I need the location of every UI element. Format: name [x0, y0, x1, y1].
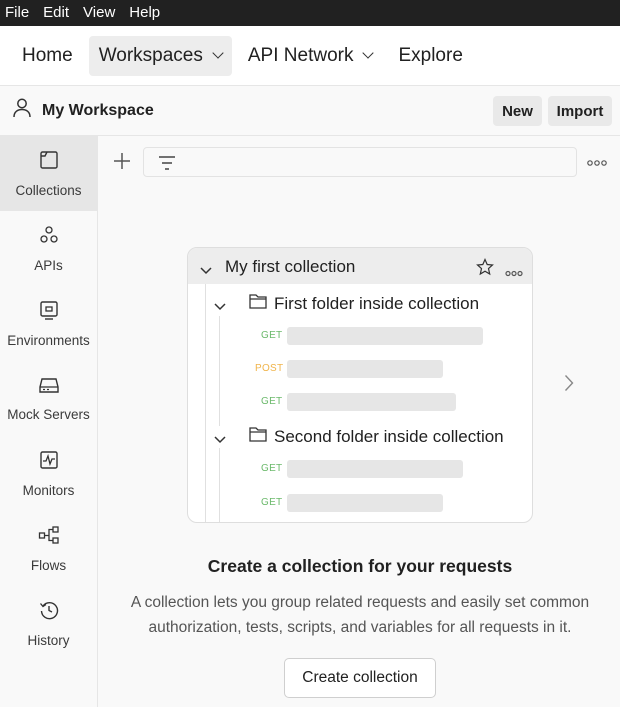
nav-api-network-label: API Network	[247, 44, 354, 66]
sidebar-item-label: Flows	[30, 557, 67, 573]
top-nav: Home Workspaces API Network Explore	[0, 26, 620, 86]
chevron-down-icon	[362, 47, 375, 59]
request-placeholder	[287, 494, 443, 512]
new-button[interactable]: New	[493, 96, 542, 126]
menu-help[interactable]: Help	[129, 0, 160, 26]
tree-guide-line	[205, 284, 206, 522]
history-icon	[39, 600, 59, 625]
collections-panel: My first collection First folder inside …	[98, 136, 620, 707]
nav-explore-label: Explore	[398, 44, 463, 66]
sidebar-item-monitors[interactable]: Monitors	[0, 436, 97, 511]
chevron-down-icon	[200, 262, 212, 280]
apis-icon	[39, 225, 59, 250]
sidebar-item-label: Monitors	[22, 482, 75, 498]
tree-guide-line	[219, 448, 220, 522]
mock-servers-icon	[38, 376, 60, 399]
import-button[interactable]: Import	[548, 96, 612, 126]
workspace-title[interactable]: My Workspace	[42, 102, 154, 120]
user-icon	[12, 97, 32, 124]
sidebar-item-label: History	[27, 632, 70, 648]
chevron-down-icon	[212, 47, 224, 59]
empty-state-line: A collection lets you group related requ…	[130, 594, 590, 611]
sidebar-item-apis[interactable]: APIs	[0, 211, 97, 286]
nav-home[interactable]: Home	[12, 36, 83, 76]
request-placeholder	[287, 460, 463, 478]
method-get: GET	[261, 330, 283, 341]
method-post: POST	[255, 363, 284, 374]
folder-title: Second folder inside collection	[274, 427, 504, 446]
nav-workspaces-label: Workspaces	[98, 44, 203, 66]
folder-title: First folder inside collection	[274, 294, 480, 313]
nav-workspaces[interactable]: Workspaces	[88, 35, 232, 76]
star-icon	[476, 258, 494, 281]
method-get: GET	[261, 463, 283, 474]
request-placeholder	[287, 393, 456, 411]
workspace-header: My Workspace New Import	[0, 86, 620, 136]
method-get: GET	[261, 396, 283, 407]
filter-icon[interactable]	[158, 155, 176, 176]
flows-icon	[38, 525, 60, 550]
create-collection-button[interactable]: Create collection	[284, 658, 436, 698]
menu-edit[interactable]: Edit	[43, 0, 69, 26]
filter-input[interactable]	[143, 147, 577, 177]
chevron-right-icon[interactable]	[564, 374, 574, 397]
folder-icon	[249, 426, 267, 447]
sidebar-item-history[interactable]: History	[0, 586, 97, 661]
tree-guide-line	[219, 316, 220, 426]
method-get: GET	[261, 497, 283, 508]
sidebar-item-label: Mock Servers	[7, 406, 90, 422]
more-options-icon[interactable]	[587, 154, 607, 172]
sidebar-item-environments[interactable]: Environments	[0, 286, 97, 361]
menu-bar: File Edit View Help	[0, 0, 620, 26]
request-placeholder	[287, 360, 443, 378]
collection-illustration: My first collection First folder inside …	[187, 247, 533, 523]
empty-state-title: Create a collection for your requests	[207, 556, 513, 576]
menu-file[interactable]: File	[5, 0, 29, 26]
folder-icon	[249, 293, 267, 314]
more-options-icon	[505, 264, 523, 282]
empty-state-line: authorization, tests, scripts, and varia…	[148, 619, 572, 636]
sidebar-item-label: Collections	[15, 182, 82, 198]
nav-api-network[interactable]: API Network	[238, 36, 383, 76]
chevron-down-icon	[214, 298, 226, 316]
sidebar-item-mock-servers[interactable]: Mock Servers	[0, 361, 97, 436]
request-placeholder	[287, 327, 483, 345]
collection-title: My first collection	[225, 257, 356, 276]
plus-icon[interactable]	[112, 150, 132, 172]
nav-explore[interactable]: Explore	[388, 36, 472, 76]
empty-state-description: A collection lets you group related requ…	[98, 590, 620, 640]
nav-home-label: Home	[22, 44, 73, 66]
chevron-down-icon	[214, 431, 226, 449]
menu-view[interactable]: View	[83, 0, 115, 26]
monitors-icon	[39, 450, 59, 475]
collections-icon	[39, 150, 59, 175]
sidebar-item-flows[interactable]: Flows	[0, 511, 97, 586]
environments-icon	[39, 300, 59, 325]
sidebar: Collections APIs Environments Mock Serve…	[0, 136, 98, 707]
sidebar-item-label: APIs	[34, 257, 63, 273]
sidebar-item-label: Environments	[7, 332, 90, 348]
sidebar-item-collections[interactable]: Collections	[0, 136, 97, 211]
